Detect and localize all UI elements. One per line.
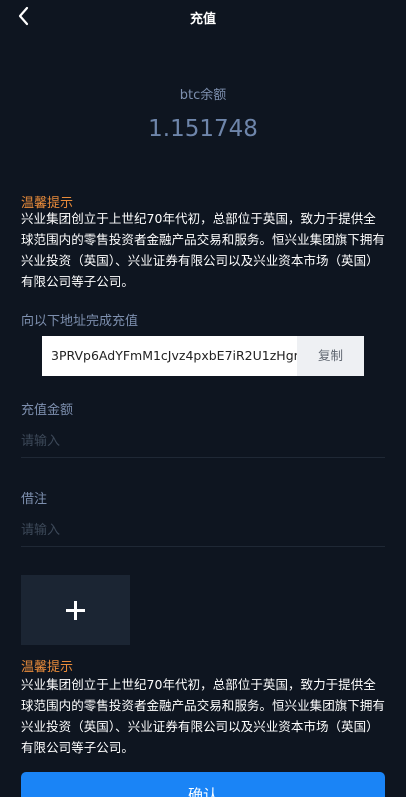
copy-button[interactable]: 复制 (297, 336, 364, 376)
balance-value: 1.151748 (148, 116, 258, 142)
amount-label: 充值金额 (21, 403, 74, 418)
deposit-address-field[interactable]: 3PRVp6AdYFmM1cJvz4pxbE7iR2U1zHgmX (42, 336, 297, 376)
upload-image-button[interactable] (21, 575, 130, 645)
address-label: 向以下地址完成充值 (21, 314, 139, 329)
balance-label: btc余额 (179, 88, 227, 103)
note-label: 借注 (21, 492, 48, 507)
recharge-screen: 充值 btc余额 1.151748 温馨提示 兴业集团创立于上世纪70年代初，总… (0, 0, 406, 797)
note-input[interactable] (21, 513, 385, 547)
confirm-button[interactable]: 确认 (21, 772, 385, 797)
tips-title-bottom: 温馨提示 (21, 660, 74, 675)
tips-body-bottom: 兴业集团创立于上世纪70年代初，总部位于英国，致力于提供全球范围内的零售投资者金… (21, 677, 385, 755)
page-title: 充值 (189, 12, 216, 27)
tips-body-top: 兴业集团创立于上世纪70年代初，总部位于英国，致力于提供全球范围内的零售投资者金… (21, 211, 385, 289)
amount-input[interactable] (21, 424, 385, 458)
plus-icon (65, 600, 86, 621)
deposit-address-text: 3PRVp6AdYFmM1cJvz4pxbE7iR2U1zHgmX (51, 348, 297, 363)
top-bar: 充值 (0, 0, 406, 34)
